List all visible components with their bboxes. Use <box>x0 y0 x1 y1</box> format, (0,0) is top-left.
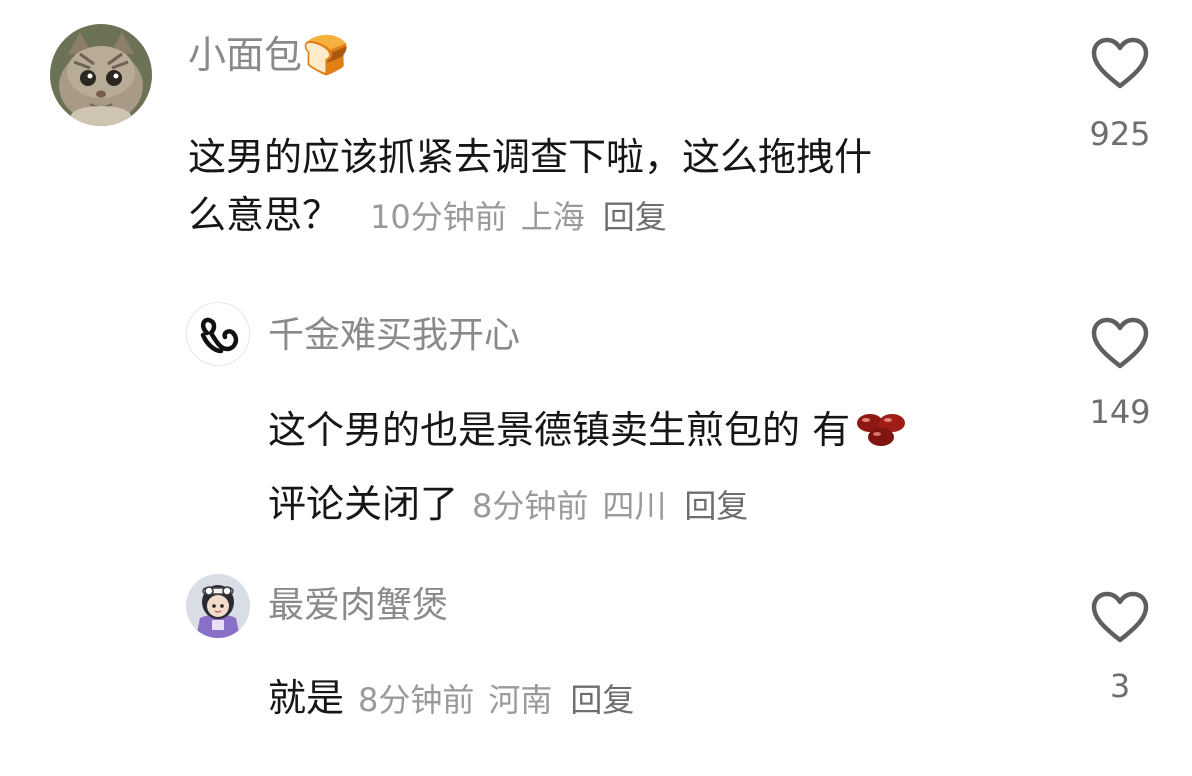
heart-icon <box>1091 317 1149 369</box>
username[interactable]: 千金难买我开心 <box>268 314 520 358</box>
cat-avatar-icon <box>50 24 152 126</box>
comment-location: 河南 <box>488 681 553 719</box>
like-count: 925 <box>1089 115 1151 153</box>
heart-icon <box>1091 37 1149 89</box>
heart-logo-avatar-icon <box>200 317 239 354</box>
comment-item: 最爱肉蟹煲 就是 8分钟前 河南 回复 3 <box>0 560 1192 760</box>
comment-location: 四川 <box>602 487 667 525</box>
comment-time: 8分钟前 <box>358 681 475 719</box>
like-count: 3 <box>1109 667 1131 705</box>
comment-text: 就是 8分钟前 河南 回复 <box>268 668 634 730</box>
red-beans-emoji-icon <box>854 402 908 470</box>
avatar[interactable] <box>186 302 250 366</box>
comment-text-line: 这个男的也是景德镇卖生煎包的 有 <box>268 408 851 452</box>
comment-text-line: 么意思？ <box>188 193 341 237</box>
comment-text-last-line: 评论关闭了 8分钟前 四川 回复 <box>268 470 1068 540</box>
avatar[interactable] <box>50 24 152 126</box>
heart-icon <box>1091 591 1149 643</box>
comment-text: 这男的应该抓紧去调查下啦，这么拖拽什 么意思？ 10分钟前 上海 回复 <box>188 128 1028 246</box>
comment-location: 上海 <box>520 198 585 236</box>
like-button[interactable] <box>1088 36 1152 92</box>
comment-text-last-line: 么意思？ 10分钟前 上海 回复 <box>188 186 1028 246</box>
avatar[interactable] <box>186 574 250 638</box>
username[interactable]: 最爱肉蟹煲 <box>268 584 448 628</box>
comment-item: 千金难买我开心 这个男的也是景德镇卖生煎包的 有 评论关闭了 8分钟前 四川 回复 1… <box>0 280 1192 530</box>
reply-button[interactable]: 回复 <box>570 681 634 719</box>
cartoon-girl-avatar-icon <box>186 574 250 638</box>
like-button[interactable] <box>1088 590 1152 646</box>
comment-item: 小面包🍞 这男的应该抓紧去调查下啦，这么拖拽什 么意思？ 10分钟前 上海 回复 92… <box>0 0 1192 270</box>
like-count: 149 <box>1089 393 1151 431</box>
comment-time: 8分钟前 <box>472 487 589 525</box>
like-button[interactable] <box>1088 316 1152 372</box>
comment-text-line: 评论关闭了 <box>268 482 459 526</box>
comment-text-line: 这男的应该抓紧去调查下啦，这么拖拽什 <box>188 135 873 179</box>
comment-time: 10分钟前 <box>370 198 507 236</box>
username[interactable]: 小面包🍞 <box>188 32 349 78</box>
reply-button[interactable]: 回复 <box>684 487 748 525</box>
reply-button[interactable]: 回复 <box>603 198 667 236</box>
comment-text-line: 就是 <box>268 676 345 720</box>
comment-text-first-line: 这个男的也是景德镇卖生煎包的 有 <box>268 396 1068 470</box>
comment-text: 这个男的也是景德镇卖生煎包的 有 评论关闭了 8分钟前 四川 回复 <box>268 396 1068 540</box>
